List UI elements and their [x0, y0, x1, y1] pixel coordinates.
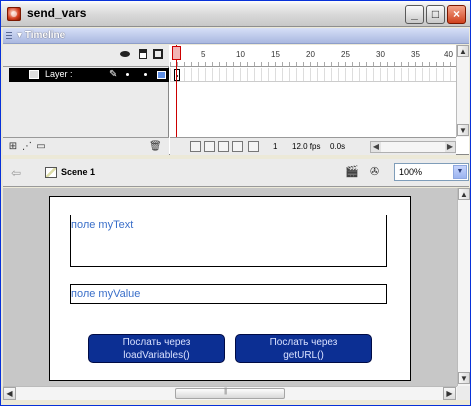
scroll-down-arrow-icon[interactable]: ▼ [457, 124, 469, 136]
insert-folder-icon[interactable]: ▭ [35, 141, 47, 152]
mytext-label: поле myText [71, 219, 134, 231]
collapse-arrow-icon[interactable]: ▾ [17, 30, 22, 41]
timeline-status-bar: 1 12.0 fps 0.0s ◀ ▶ [170, 137, 456, 155]
layer-list: Layer : ✎ ⊞ ⋰ ▭ 🗑 [3, 45, 169, 155]
myvalue-field[interactable]: поле myValue [70, 284, 387, 304]
scroll-up-arrow-icon[interactable]: ▲ [458, 188, 470, 200]
timeline-vertical-scrollbar[interactable]: ▲ ▼ [456, 45, 469, 137]
mytext-field[interactable]: поле myText [70, 215, 387, 267]
show-hide-all-eye-icon[interactable] [120, 51, 130, 57]
frame-row[interactable] [170, 68, 456, 82]
ruler-number: 30 [376, 50, 385, 59]
send-loadvariables-button[interactable]: Послать через loadVariables() [88, 334, 225, 363]
panel-grip-icon[interactable] [6, 32, 12, 40]
scroll-right-arrow-icon[interactable]: ▶ [445, 142, 455, 152]
layer-header [3, 45, 169, 67]
scene-icon [45, 167, 57, 178]
frame-rate: 12.0 fps [292, 142, 321, 151]
flash-app-icon [7, 7, 21, 21]
layer-toolbar: ⊞ ⋰ ▭ 🗑 [3, 137, 169, 155]
stage-horizontal-scrollbar[interactable]: ◀ ▶ [3, 386, 457, 400]
edit-multiple-frames-icon[interactable] [232, 141, 243, 152]
elapsed-time: 0.0s [330, 142, 346, 151]
myvalue-label: поле myValue [71, 288, 141, 300]
onion-skin-icon[interactable] [204, 141, 215, 152]
visibility-dot-icon[interactable] [126, 73, 129, 76]
ruler-number: 15 [271, 50, 280, 59]
ruler-number: 20 [306, 50, 315, 59]
layer-outline-color-icon[interactable] [157, 71, 166, 79]
edit-scene-icon[interactable]: 🎬 [345, 165, 361, 179]
button-line-2: loadVariables() [123, 350, 190, 361]
chevron-down-icon[interactable]: ▼ [453, 165, 467, 179]
playhead-handle[interactable] [172, 46, 181, 60]
add-motion-guide-icon[interactable]: ⋰ [21, 141, 33, 152]
edit-bar: ⇦ Scene 1 🎬 ✇ 100% ▼ [3, 159, 469, 187]
keyframe[interactable] [174, 69, 180, 81]
timeline-title[interactable]: ▾ Timeline [17, 30, 65, 41]
send-geturl-button[interactable]: Послать через getURL() [235, 334, 372, 363]
scroll-right-arrow-icon[interactable]: ▶ [443, 387, 456, 400]
button-line-1: Послать через [122, 337, 191, 348]
outline-all-icon[interactable] [153, 49, 163, 59]
timeline-title-label: Timeline [24, 30, 66, 41]
modify-onion-markers-icon[interactable] [248, 141, 259, 152]
timeline-body: Layer : ✎ ⊞ ⋰ ▭ 🗑 1 5 10 15 20 25 30 [3, 45, 469, 155]
ruler-number: 25 [341, 50, 350, 59]
ruler-number: 5 [201, 50, 206, 59]
close-button[interactable]: × [447, 5, 466, 24]
frame-ruler[interactable]: 1 5 10 15 20 25 30 35 40 [170, 45, 456, 67]
scene-name[interactable]: Scene 1 [61, 167, 95, 177]
scroll-down-arrow-icon[interactable]: ▼ [458, 372, 470, 384]
layer-icon [29, 70, 39, 79]
back-arrow-icon[interactable]: ⇦ [11, 166, 21, 180]
button-line-1: Послать через [269, 337, 338, 348]
lock-all-icon[interactable] [139, 49, 147, 59]
ruler-number: 40 [444, 50, 453, 59]
current-frame: 1 [273, 142, 278, 151]
flash-window: send_vars _ □ × ▾ Timeline Layer : ✎ ⊞ ⋰… [0, 0, 471, 406]
stage[interactable]: поле myText поле myValue Послать через l… [49, 196, 411, 381]
window-title: send_vars [27, 6, 87, 20]
delete-layer-trash-icon[interactable]: 🗑 [149, 141, 162, 152]
zoom-value: 100% [399, 167, 423, 177]
zoom-select[interactable]: 100% ▼ [394, 163, 469, 181]
scroll-left-arrow-icon[interactable]: ◀ [371, 142, 381, 152]
insert-layer-icon[interactable]: ⊞ [7, 141, 19, 152]
minimize-button[interactable]: _ [405, 5, 424, 24]
stage-workspace: поле myText поле myValue Послать через l… [3, 188, 457, 386]
scroll-left-arrow-icon[interactable]: ◀ [3, 387, 16, 400]
lock-dot-icon[interactable] [144, 73, 147, 76]
stage-vertical-scrollbar[interactable]: ▲ ▼ [457, 188, 470, 386]
timeline-panel-header[interactable]: ▾ Timeline [3, 28, 469, 44]
onion-skin-outlines-icon[interactable] [218, 141, 229, 152]
edit-symbols-icon[interactable]: ✇ [370, 165, 386, 179]
scroll-thumb[interactable] [175, 388, 285, 399]
layer-name[interactable]: Layer : [45, 69, 73, 79]
timeline-horizontal-scrollbar[interactable]: ◀ ▶ [370, 141, 456, 153]
maximize-button[interactable]: □ [426, 5, 445, 24]
frames-area[interactable]: 1 5 10 15 20 25 30 35 40 1 12.0 [170, 45, 456, 155]
layer-row[interactable]: Layer : ✎ [9, 68, 169, 82]
ruler-number: 10 [236, 50, 245, 59]
title-bar[interactable]: send_vars _ □ × [1, 1, 470, 27]
scroll-up-arrow-icon[interactable]: ▲ [457, 45, 469, 57]
pencil-edit-icon: ✎ [109, 69, 118, 80]
center-frame-icon[interactable] [190, 141, 201, 152]
scroll-corner [457, 386, 470, 400]
ruler-number: 35 [411, 50, 420, 59]
button-line-2: getURL() [283, 350, 324, 361]
